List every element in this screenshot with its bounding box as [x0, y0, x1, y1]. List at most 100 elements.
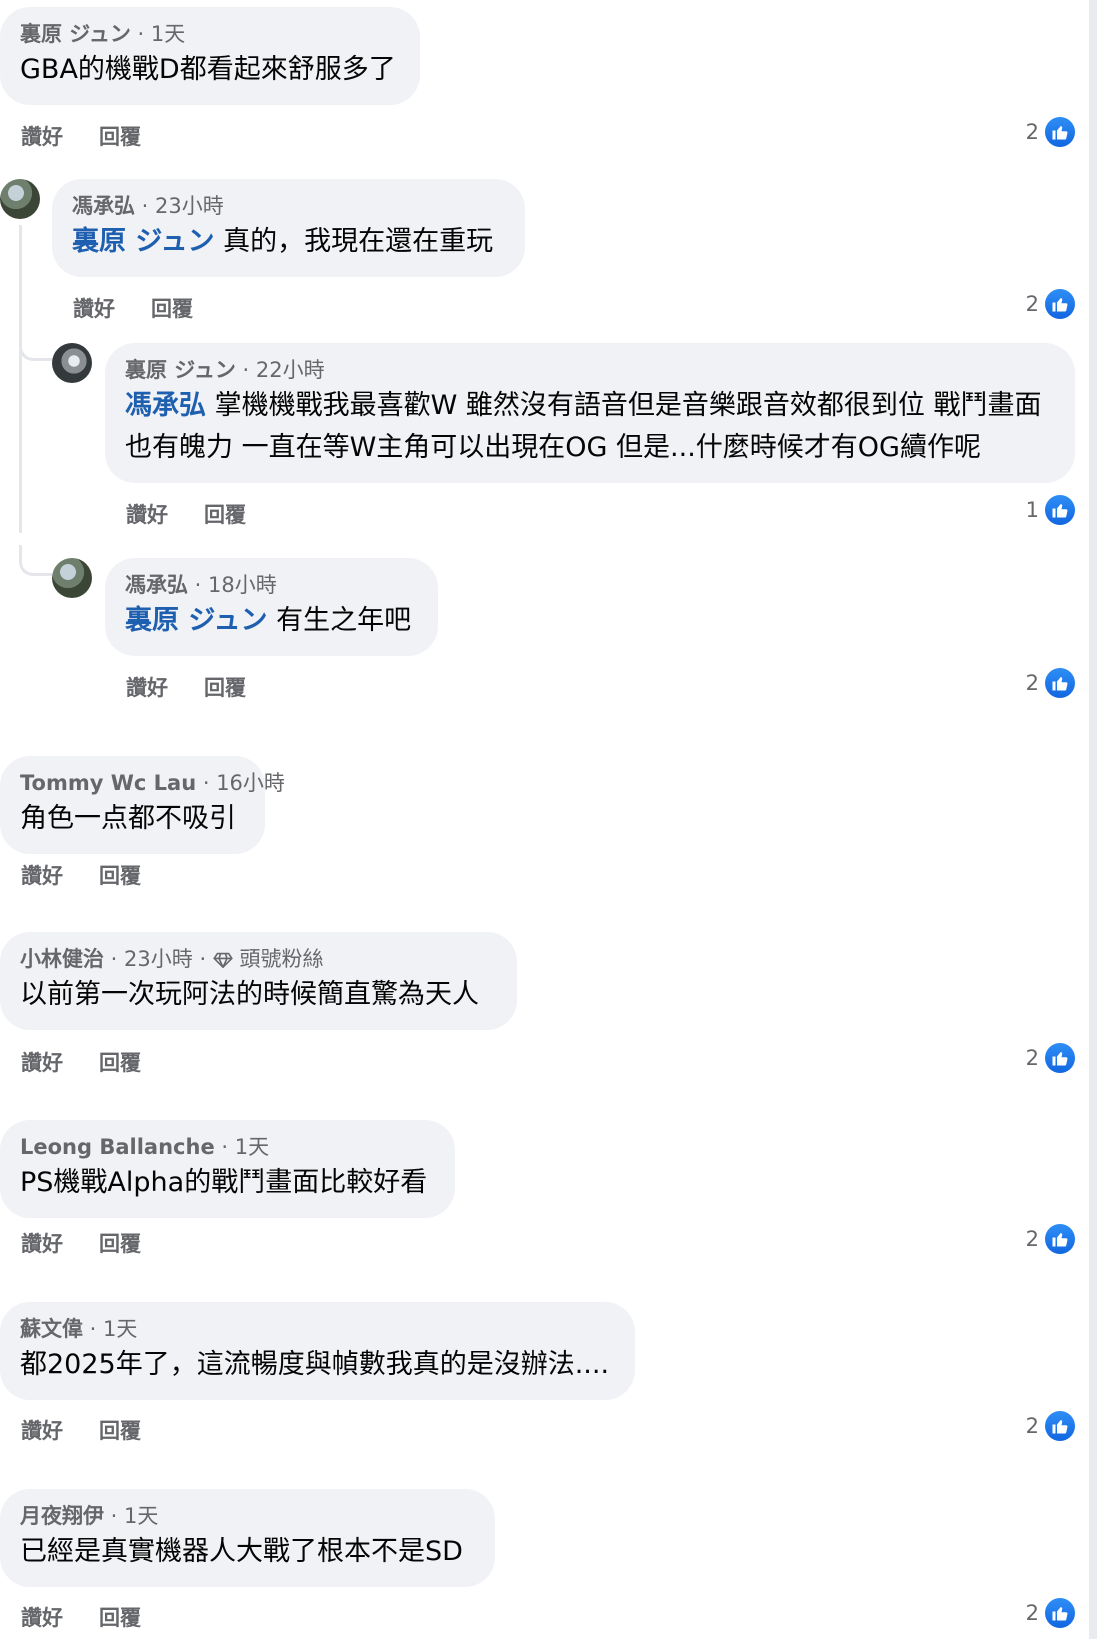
reaction-count[interactable]: 2	[1026, 1598, 1075, 1628]
comment-time[interactable]: 23小時	[155, 194, 224, 218]
reaction-count[interactable]: 2	[1026, 1043, 1075, 1073]
reaction-count[interactable]: 2	[1026, 1411, 1075, 1441]
like-count: 2	[1025, 1227, 1039, 1251]
author-name[interactable]: 月夜翔伊	[20, 1504, 104, 1528]
comment-bubble: 馮承弘 · 23小時 裏原 ジュン 真的，我現在還在重玩	[52, 179, 525, 277]
comment-body: 有生之年吧	[267, 605, 412, 636]
like-button[interactable]: 讚好	[21, 1232, 63, 1256]
comment-bubble: 蘇文偉 · 1天都2025年了，這流暢度與幀數我真的是沒辦法....	[0, 1302, 635, 1400]
reply-button[interactable]: 回覆	[99, 125, 141, 149]
comment-time[interactable]: 16小時	[216, 771, 285, 795]
comment-text: 角色一点都不吸引	[20, 798, 245, 840]
comment-body: 角色一点都不吸引	[20, 803, 236, 834]
like-button[interactable]: 讚好	[21, 1606, 63, 1630]
comment-text: 裏原 ジュン 有生之年吧	[125, 600, 418, 642]
fan-badge: 頭號粉絲	[239, 947, 324, 971]
comment-time[interactable]: 1天	[103, 1317, 137, 1341]
like-button[interactable]: 讚好	[126, 503, 168, 527]
comment-time[interactable]: 1天	[124, 1504, 158, 1528]
comment-feed: 裏原 ジュン · 1天 GBA的機戰D都看起來舒服多了 讚好 回覆 2 馮承弘 · 23小…	[0, 0, 1097, 1639]
comment-meta: 蘇文偉 · 1天	[20, 1317, 138, 1341]
like-button[interactable]: 讚好	[21, 864, 63, 888]
mention-link[interactable]: 裏原 ジュン	[72, 226, 215, 257]
comment-actions: 讚好 回覆	[21, 121, 141, 151]
comment-bubble: 裏原 ジュン · 22小時馮承弘 掌機機戰我最喜歡W 雖然沒有語音但是音樂跟音效…	[105, 343, 1075, 483]
avatar[interactable]	[52, 558, 92, 598]
like-count: 2	[1025, 1414, 1039, 1438]
like-button[interactable]: 讚好	[73, 297, 115, 321]
comment-meta: 馮承弘 · 18小時	[125, 573, 277, 597]
comment-actions: 讚好 回覆	[21, 1047, 141, 1077]
comment-body: 真的，我現在還在重玩	[214, 226, 494, 257]
thread-line	[19, 225, 22, 533]
like-button[interactable]: 讚好	[21, 1419, 63, 1443]
reaction-count[interactable]: 2	[1026, 1224, 1075, 1254]
like-count: 2	[1025, 292, 1039, 316]
comment-time[interactable]: 1天	[235, 1135, 269, 1159]
comment-text: PS機戰Alpha的戰鬥畫面比較好看	[20, 1162, 435, 1204]
thumbs-up-icon	[1045, 1043, 1075, 1073]
comment-text: 以前第一次玩阿法的時候簡直驚為天人	[20, 974, 497, 1016]
comment-body: 都2025年了，這流暢度與幀數我真的是沒辦法....	[20, 1349, 610, 1380]
like-count: 2	[1025, 1601, 1039, 1625]
reaction-count[interactable]: 2	[1026, 289, 1075, 319]
author-name[interactable]: 蘇文偉	[20, 1317, 83, 1341]
comment-time[interactable]: 18小時	[208, 573, 277, 597]
reaction-count[interactable]: 2	[1026, 668, 1075, 698]
reaction-count[interactable]: 1	[1026, 495, 1075, 525]
author-name[interactable]: 裏原 ジュン	[125, 358, 236, 382]
like-count: 2	[1025, 671, 1039, 695]
reply-button[interactable]: 回覆	[99, 1419, 141, 1443]
comment-actions: 讚好 回覆	[21, 1415, 141, 1445]
comment-actions: 讚好 回覆	[21, 860, 141, 890]
comment-text: 馮承弘 掌機機戰我最喜歡W 雖然沒有語音但是音樂跟音效都很到位 戰鬥畫面也有魄力…	[125, 385, 1055, 469]
reply-button[interactable]: 回覆	[151, 297, 193, 321]
reply-button[interactable]: 回覆	[99, 1232, 141, 1256]
comment-actions: 讚好 回覆	[21, 1602, 141, 1632]
comment-time[interactable]: 22小時	[256, 358, 325, 382]
comment-time[interactable]: 23小時	[124, 947, 193, 971]
reply-button[interactable]: 回覆	[204, 676, 246, 700]
comment-meta: 小林健治 · 23小時 · 頭號粉絲	[20, 947, 324, 971]
author-name[interactable]: 小林健治	[20, 947, 104, 971]
comment-actions: 讚好 回覆	[126, 499, 246, 529]
mention-link[interactable]: 馮承弘	[125, 390, 206, 421]
comment-meta: Leong Ballanche · 1天	[20, 1135, 270, 1159]
avatar[interactable]	[52, 343, 92, 383]
comment-actions: 讚好 回覆	[21, 1228, 141, 1258]
reply-button[interactable]: 回覆	[99, 864, 141, 888]
reply-button[interactable]: 回覆	[204, 503, 246, 527]
comment-text: 裏原 ジュン 真的，我現在還在重玩	[72, 221, 505, 263]
comment-meta: 裏原 ジュン · 22小時	[125, 358, 325, 382]
comment-meta: 月夜翔伊 · 1天	[20, 1504, 159, 1528]
author-name[interactable]: Leong Ballanche	[20, 1135, 215, 1159]
comment-meta: Tommy Wc Lau · 16小時	[20, 771, 285, 795]
comment-bubble: 月夜翔伊 · 1天已經是真實機器人大戰了根本不是SD	[0, 1489, 495, 1587]
author-name[interactable]: 裏原 ジュン	[20, 22, 131, 46]
thumbs-up-icon	[1045, 668, 1075, 698]
comment-actions: 讚好 回覆	[73, 293, 193, 323]
comment-meta: 裏原 ジュン · 1天	[20, 22, 186, 46]
author-name[interactable]: Tommy Wc Lau	[20, 771, 196, 795]
diamond-icon	[212, 947, 233, 971]
author-name[interactable]: 馮承弘	[125, 573, 188, 597]
comment-text: 已經是真實機器人大戰了根本不是SD	[20, 1531, 475, 1573]
scrollbar[interactable]	[1089, 0, 1097, 1639]
reply-button[interactable]: 回覆	[99, 1051, 141, 1075]
comment-text: 都2025年了，這流暢度與幀數我真的是沒辦法....	[20, 1344, 615, 1386]
comment-time[interactable]: 1天	[151, 22, 185, 46]
avatar[interactable]	[0, 179, 40, 219]
like-button[interactable]: 讚好	[21, 125, 63, 149]
mention-link[interactable]: 裏原 ジュン	[125, 605, 268, 636]
like-count: 2	[1025, 120, 1039, 144]
comment-actions: 讚好 回覆	[126, 672, 246, 702]
author-name[interactable]: 馮承弘	[72, 194, 135, 218]
like-button[interactable]: 讚好	[21, 1051, 63, 1075]
reply-button[interactable]: 回覆	[99, 1606, 141, 1630]
comment-body: 掌機機戰我最喜歡W 雖然沒有語音但是音樂跟音效都很到位 戰鬥畫面也有魄力 一直在…	[125, 390, 1042, 463]
thumbs-up-icon	[1045, 495, 1075, 525]
like-button[interactable]: 讚好	[126, 676, 168, 700]
comment-body: 已經是真實機器人大戰了根本不是SD	[20, 1536, 463, 1567]
reaction-count[interactable]: 2	[1026, 117, 1075, 147]
comment-body: PS機戰Alpha的戰鬥畫面比較好看	[20, 1167, 428, 1198]
